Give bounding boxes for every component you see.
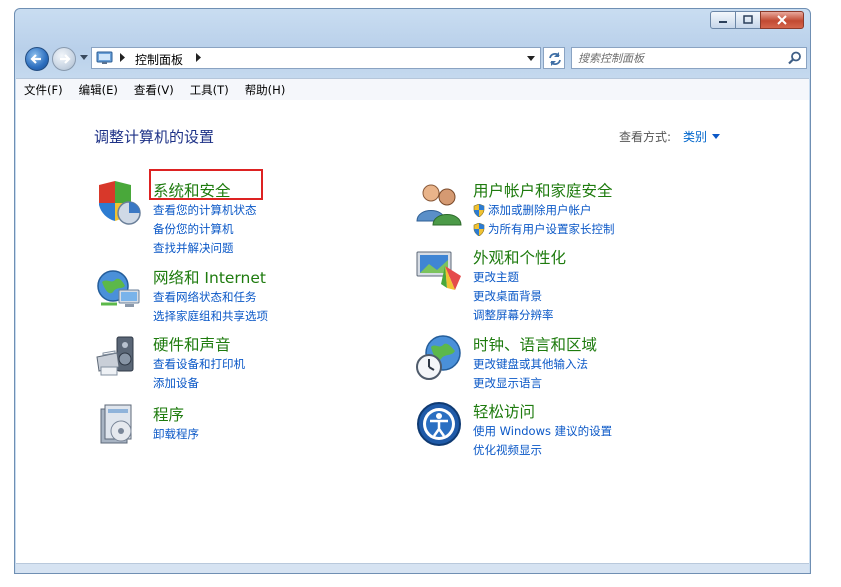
troubleshoot-link[interactable]: 查找并解决问题 [153, 240, 234, 256]
backup-computer-link[interactable]: 备份您的计算机 [153, 221, 234, 237]
breadcrumb-control-panel[interactable]: 控制面板 [135, 51, 183, 68]
category-network: 网络和 Internet 查看网络状态和任务 选择家庭组和共享选项 [95, 266, 395, 324]
ease-of-access-title[interactable]: 轻松访问 [473, 400, 535, 422]
menu-help[interactable]: 帮助(H) [237, 80, 294, 100]
hardware-title[interactable]: 硬件和声音 [153, 333, 231, 355]
user-accounts-icon [416, 184, 462, 226]
close-button[interactable] [760, 11, 804, 29]
menu-bar: 文件(F) 编辑(E) 查看(V) 工具(T) 帮助(H) [16, 78, 809, 101]
programs-icon [100, 404, 132, 444]
add-remove-accounts-label: 添加或删除用户帐户 [488, 203, 592, 217]
search-input[interactable] [578, 50, 778, 66]
caption-buttons [710, 11, 804, 29]
change-desktop-background-link[interactable]: 更改桌面背景 [473, 288, 542, 304]
minimize-icon [719, 21, 727, 23]
change-input-method-link[interactable]: 更改键盘或其他输入法 [473, 356, 588, 372]
homegroup-sharing-link[interactable]: 选择家庭组和共享选项 [153, 308, 268, 324]
search-box [571, 47, 807, 69]
forward-button[interactable] [52, 47, 76, 71]
add-remove-accounts-link[interactable]: 添加或删除用户帐户 [473, 202, 592, 218]
category-ease-of-access: 轻松访问 使用 Windows 建议的设置 优化视频显示 [415, 400, 775, 458]
network-title[interactable]: 网络和 Internet [153, 266, 266, 288]
devices-printers-link[interactable]: 查看设备和打印机 [153, 356, 245, 372]
menu-view[interactable]: 查看(V) [126, 80, 182, 100]
minimize-button[interactable] [710, 11, 736, 29]
add-device-link[interactable]: 添加设备 [153, 375, 199, 391]
breadcrumb-arrow-icon[interactable] [120, 53, 126, 62]
menu-edit[interactable]: 编辑(E) [71, 80, 126, 100]
search-icon[interactable] [788, 51, 802, 65]
category-programs: 程序 卸载程序 [95, 403, 395, 453]
view-by-dropdown[interactable]: 类别 [683, 128, 707, 145]
window-bottom-border [16, 563, 809, 573]
uninstall-program-link[interactable]: 卸载程序 [153, 426, 199, 442]
menu-tools[interactable]: 工具(T) [182, 80, 237, 100]
uac-shield-icon [473, 222, 485, 236]
maximize-button[interactable] [735, 11, 761, 29]
maximize-icon [743, 15, 753, 24]
highlight-annotation [149, 169, 263, 200]
view-network-status-link[interactable]: 查看网络状态和任务 [153, 289, 257, 305]
change-display-language-link[interactable]: 更改显示语言 [473, 375, 542, 391]
category-appearance: 外观和个性化 更改主题 更改桌面背景 调整屏幕分辨率 [415, 246, 775, 322]
change-theme-link[interactable]: 更改主题 [473, 269, 519, 285]
history-dropdown-icon[interactable] [80, 55, 88, 61]
refresh-button[interactable] [543, 47, 565, 69]
navigation-bar: 控制面板 [23, 46, 807, 74]
uac-shield-icon [473, 203, 485, 217]
main-content: 调整计算机的设置 查看方式: 类别 系统和安全 查看您的计算机状态 备份您的计算… [16, 100, 809, 565]
appearance-title[interactable]: 外观和个性化 [473, 246, 566, 268]
programs-title[interactable]: 程序 [153, 403, 184, 425]
adjust-resolution-link[interactable]: 调整屏幕分辨率 [473, 307, 554, 323]
ease-of-access-icon [417, 402, 461, 446]
view-by-label: 查看方式: [619, 130, 672, 144]
network-internet-icon [97, 270, 140, 307]
parental-controls-label: 为所有用户设置家长控制 [488, 222, 615, 236]
category-clock-region: 时钟、语言和区域 更改键盘或其他输入法 更改显示语言 [415, 333, 775, 391]
user-accounts-title[interactable]: 用户帐户和家庭安全 [473, 179, 613, 201]
category-user-accounts: 用户帐户和家庭安全 添加或删除用户帐户 为所有用户设置家长控制 [415, 179, 775, 237]
appearance-icon [416, 251, 461, 290]
optimize-visual-display-link[interactable]: 优化视频显示 [473, 442, 542, 458]
back-arrow-icon [30, 54, 41, 64]
clock-language-region-icon [416, 335, 461, 380]
category-hardware: 硬件和声音 查看设备和打印机 添加设备 [95, 333, 395, 391]
breadcrumb-arrow-icon[interactable] [196, 53, 202, 62]
parental-controls-link[interactable]: 为所有用户设置家长控制 [473, 221, 615, 237]
view-by-dropdown-icon[interactable] [712, 134, 720, 139]
close-icon [777, 15, 787, 25]
control-panel-icon [96, 51, 113, 64]
forward-arrow-icon [60, 54, 71, 64]
page-title: 调整计算机的设置 [94, 128, 215, 146]
recommended-settings-link[interactable]: 使用 Windows 建议的设置 [473, 423, 612, 439]
hardware-sound-icon [96, 336, 134, 376]
menu-file[interactable]: 文件(F) [16, 80, 71, 100]
system-security-icon [99, 181, 141, 225]
back-button[interactable] [25, 47, 49, 71]
view-computer-status-link[interactable]: 查看您的计算机状态 [153, 202, 257, 218]
address-bar[interactable]: 控制面板 [91, 47, 541, 69]
control-panel-window: 控制面板 文件(F) 编辑(E) 查看(V) 工具(T) 帮助(H) [14, 8, 811, 574]
refresh-icon [549, 52, 561, 66]
clock-region-title[interactable]: 时钟、语言和区域 [473, 333, 597, 355]
address-dropdown-icon[interactable] [527, 56, 535, 62]
